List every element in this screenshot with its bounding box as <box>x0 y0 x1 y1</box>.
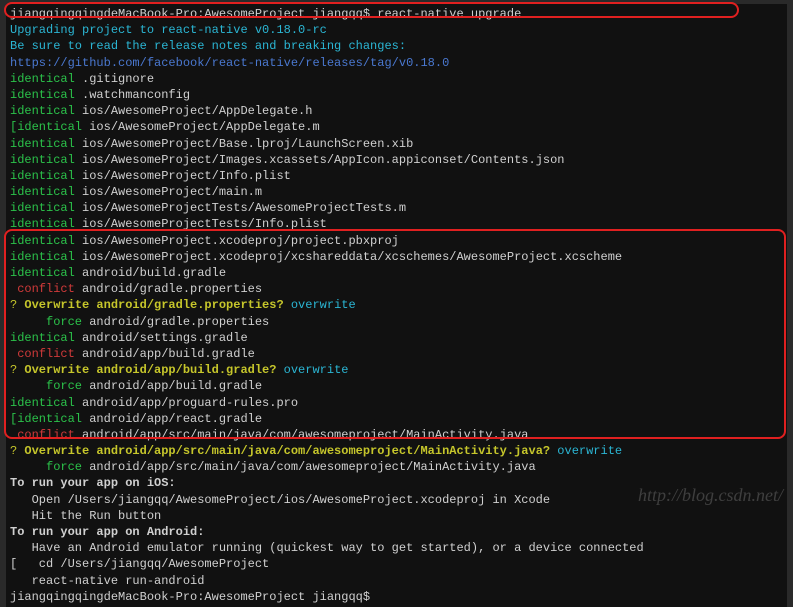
overwrite-answer: overwrite <box>284 298 356 312</box>
status-identical: identical <box>10 396 75 410</box>
overwrite-answer: overwrite <box>550 444 622 458</box>
file-path: ios/AwesomeProject.xcodeproj/xcshareddat… <box>75 250 622 264</box>
file-path: ios/AwesomeProject/main.m <box>75 185 262 199</box>
run-ios-step: Hit the Run button <box>10 508 783 524</box>
overwrite-question: Overwrite android/app/src/main/java/com/… <box>17 444 550 458</box>
overwrite-question: Overwrite android/app/build.gradle? <box>17 363 276 377</box>
file-path: ios/AwesomeProject/AppDelegate.m <box>82 120 320 134</box>
run-android-step: Have an Android emulator running (quicke… <box>10 540 783 556</box>
file-path: android/app/build.gradle <box>75 347 255 361</box>
file-path: android/app/react.gradle <box>82 412 262 426</box>
run-android-step: [ cd /Users/jiangqq/AwesomeProject <box>10 556 783 572</box>
status-identical: identical <box>10 250 75 264</box>
status-identical: identical <box>10 88 75 102</box>
status-identical: identical <box>10 169 75 183</box>
run-android-step: react-native run-android <box>10 573 783 589</box>
file-path: android/app/src/main/java/com/awesomepro… <box>75 428 529 442</box>
overwrite-question: Overwrite android/gradle.properties? <box>17 298 283 312</box>
prompt-host: jiangqingqingdeMacBook-Pro:AwesomeProjec… <box>10 7 377 21</box>
file-path: android/gradle.properties <box>75 282 262 296</box>
status-identical: identical <box>10 72 75 86</box>
file-path: ios/AwesomeProject/Images.xcassets/AppIc… <box>75 153 565 167</box>
status-force: force <box>10 315 82 329</box>
file-path: .watchmanconfig <box>75 88 190 102</box>
file-path: android/gradle.properties <box>82 315 269 329</box>
prompt-host[interactable]: jiangqingqingdeMacBook-Pro:AwesomeProjec… <box>10 589 783 605</box>
file-path: ios/AwesomeProject/Base.lproj/LaunchScre… <box>75 137 413 151</box>
status-conflict: conflict <box>10 347 75 361</box>
file-path: ios/AwesomeProjectTests/AwesomeProjectTe… <box>75 201 406 215</box>
run-android-header: To run your app on Android: <box>10 524 783 540</box>
status-force: force <box>10 379 82 393</box>
status-identical: identical <box>10 266 75 280</box>
release-url: https://github.com/facebook/react-native… <box>10 56 449 70</box>
terminal-output: jiangqingqingdeMacBook-Pro:AwesomeProjec… <box>6 4 787 607</box>
status-identical: identical <box>10 217 75 231</box>
file-path: ios/AwesomeProject/Info.plist <box>75 169 291 183</box>
status-identical: identical <box>10 104 75 118</box>
file-path: ios/AwesomeProjectTests/Info.plist <box>75 217 327 231</box>
file-path: android/app/src/main/java/com/awesomepro… <box>82 460 536 474</box>
status-identical: identical <box>10 201 75 215</box>
file-path: android/app/build.gradle <box>82 379 262 393</box>
status-force: force <box>10 460 82 474</box>
status-identical: [identical <box>10 412 82 426</box>
file-path: ios/AwesomeProject/AppDelegate.h <box>75 104 313 118</box>
status-identical: identical <box>10 234 75 248</box>
status-identical: identical <box>10 137 75 151</box>
file-path: android/settings.gradle <box>75 331 248 345</box>
status-identical: identical <box>10 331 75 345</box>
upgrade-msg: Upgrading project to react-native v0.18.… <box>10 22 783 38</box>
file-path: android/app/proguard-rules.pro <box>75 396 298 410</box>
file-path: ios/AwesomeProject.xcodeproj/project.pbx… <box>75 234 399 248</box>
status-identical: [identical <box>10 120 82 134</box>
overwrite-answer: overwrite <box>276 363 348 377</box>
status-identical: identical <box>10 153 75 167</box>
status-conflict: conflict <box>10 428 75 442</box>
run-ios-step: Open /Users/jiangqq/AwesomeProject/ios/A… <box>10 492 783 508</box>
run-ios-header: To run your app on iOS: <box>10 475 783 491</box>
file-path: .gitignore <box>75 72 154 86</box>
status-conflict: conflict <box>10 282 75 296</box>
status-identical: identical <box>10 185 75 199</box>
file-path: android/build.gradle <box>75 266 226 280</box>
notes-msg: Be sure to read the release notes and br… <box>10 38 783 54</box>
command-text: react-native upgrade <box>377 7 521 21</box>
